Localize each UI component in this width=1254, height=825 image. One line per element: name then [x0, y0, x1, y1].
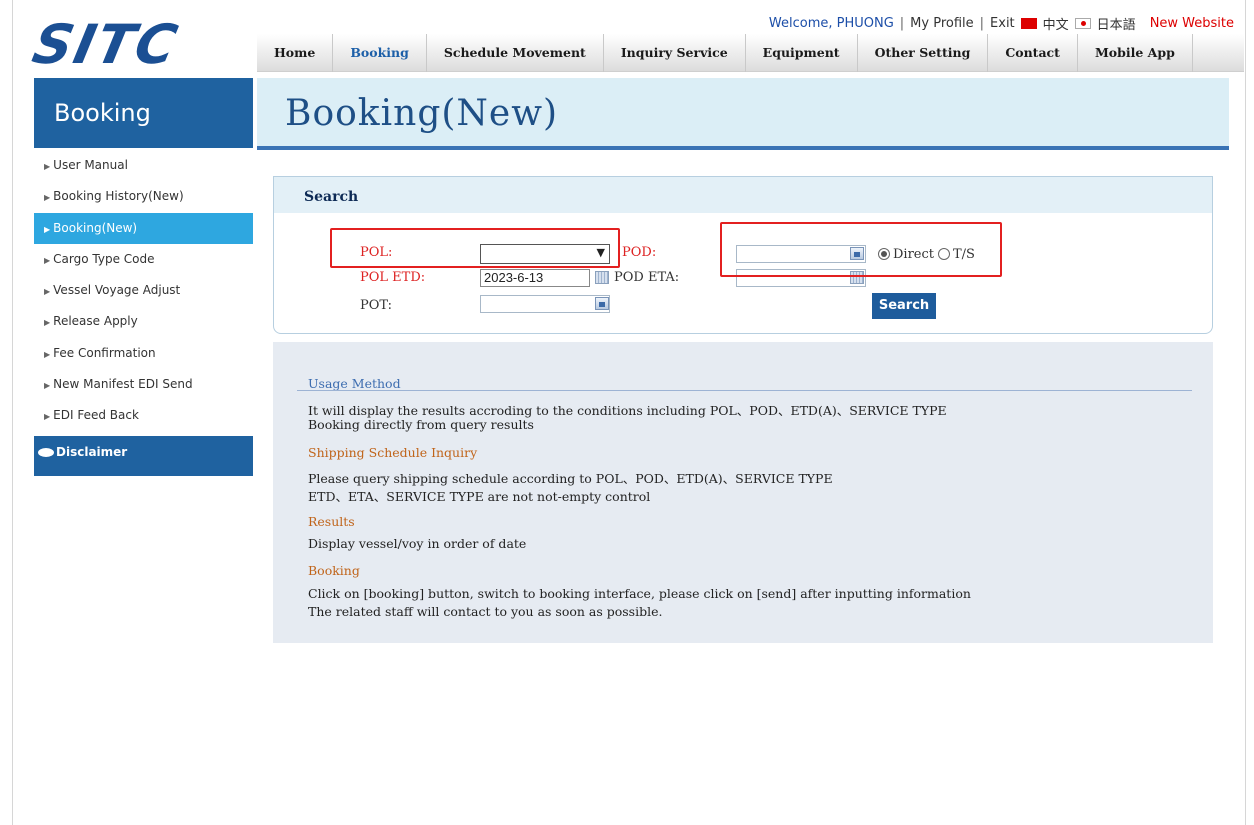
sidebar-title: Booking — [34, 78, 253, 148]
disclaimer-label: Disclaimer — [56, 445, 128, 459]
pod-input[interactable] — [736, 245, 866, 263]
lang-chinese-link[interactable]: 中文 — [1043, 14, 1069, 33]
nav-schedule-movement[interactable]: Schedule Movement — [427, 33, 604, 72]
triangle-right-icon: ▶ — [44, 162, 51, 171]
sidebar-item-booking-new[interactable]: ▶ Booking(New) — [34, 212, 253, 244]
page-title: Booking(New) — [285, 93, 559, 134]
schedule-text: ETD、ETA、SERVICE TYPE are not not-empty c… — [308, 489, 651, 504]
usage-panel: Usage Method It will display the results… — [273, 342, 1213, 643]
results-heading: Results — [308, 514, 355, 529]
usage-text: Booking directly from query results — [308, 417, 534, 432]
sidebar-item-label: User Manual — [53, 158, 128, 172]
eye-icon — [38, 448, 54, 457]
pol-etd-label: POL ETD: — [360, 270, 426, 285]
sidebar-item-booking-history[interactable]: ▶ Booking History(New) — [34, 181, 253, 212]
schedule-text: Please query shipping schedule according… — [308, 471, 833, 486]
sidebar-item-user-manual[interactable]: ▶ User Manual — [34, 150, 253, 181]
triangle-right-icon: ▶ — [44, 349, 51, 359]
triangle-right-icon: ▶ — [44, 224, 51, 234]
radio-ts[interactable] — [938, 248, 950, 260]
calendar-icon[interactable] — [595, 271, 609, 284]
radio-ts-label[interactable]: T/S — [953, 247, 975, 262]
separator: | — [899, 16, 905, 31]
lookup-icon[interactable] — [595, 297, 609, 310]
sidebar-item-cargo-type-code[interactable]: ▶ Cargo Type Code — [34, 244, 253, 275]
nav-inquiry-service[interactable]: Inquiry Service — [604, 33, 746, 72]
pod-eta-input[interactable] — [736, 269, 866, 287]
schedule-heading: Shipping Schedule Inquiry — [308, 445, 478, 460]
sidebar-menu: ▶ User Manual ▶ Booking History(New) ▶ Book… — [34, 150, 253, 432]
separator: | — [979, 16, 985, 31]
triangle-right-icon: ▶ — [44, 255, 51, 265]
pod-label: POD: — [622, 245, 657, 260]
pol-select[interactable]: ▼ — [480, 244, 610, 264]
radio-direct[interactable] — [878, 248, 890, 260]
radio-direct-label[interactable]: Direct — [893, 247, 934, 262]
sidebar-item-release-apply[interactable]: ▶ Release Apply — [34, 306, 253, 337]
pot-input[interactable] — [480, 295, 610, 313]
booking-text: The related staff will contact to you as… — [308, 604, 663, 619]
results-text: Display vessel/voy in order of date — [308, 536, 527, 551]
sidebar-item-label: Fee Confirmation — [53, 345, 156, 360]
sitc-logo[interactable]: SITC — [27, 13, 184, 76]
sidebar-item-label: New Manifest EDI Send — [53, 377, 193, 392]
booking-text: Click on [booking] button, switch to boo… — [308, 586, 971, 601]
chevron-down-icon: ▼ — [596, 246, 605, 259]
search-panel: Search POL: ▼ POD: Direct T/S POL ETD: 2… — [273, 176, 1213, 334]
sidebar-item-fee-confirmation[interactable]: ▶ Fee Confirmation — [34, 338, 253, 369]
sidebar-item-label: Release Apply — [53, 314, 138, 329]
sidebar-item-edi-feed-back[interactable]: ▶ EDI Feed Back — [34, 400, 253, 431]
triangle-right-icon: ▶ — [44, 412, 51, 422]
disclaimer-link[interactable]: Disclaimer — [34, 436, 253, 476]
divider — [297, 390, 1192, 391]
pol-label: POL: — [360, 245, 393, 260]
top-links: Welcome, PHUONG | My Profile | Exit 中文 日… — [769, 14, 1234, 33]
booking-heading: Booking — [308, 563, 360, 578]
sidebar-item-vessel-voyage-adjust[interactable]: ▶ Vessel Voyage Adjust — [34, 275, 253, 306]
welcome-text: Welcome, PHUONG — [768, 16, 894, 31]
usage-method-heading: Usage Method — [308, 376, 401, 391]
triangle-right-icon: ▶ — [44, 287, 51, 297]
sidebar-item-label: Cargo Type Code — [53, 251, 155, 266]
nav-booking[interactable]: Booking — [333, 33, 427, 72]
title-underline — [257, 146, 1229, 150]
new-website-link[interactable]: New Website — [1150, 16, 1234, 31]
lang-japanese-link[interactable]: 日本語 — [1097, 14, 1136, 33]
calendar-icon[interactable] — [850, 271, 864, 284]
lookup-icon[interactable] — [850, 247, 864, 260]
triangle-right-icon: ▶ — [44, 381, 51, 391]
japan-flag-icon[interactable] — [1074, 18, 1091, 29]
my-profile-link[interactable]: My Profile — [910, 16, 973, 31]
triangle-right-icon: ▶ — [44, 318, 51, 328]
sidebar-item-label: Booking(New) — [53, 220, 138, 235]
exit-link[interactable]: Exit — [990, 16, 1015, 31]
main-nav: Home Booking Schedule Movement Inquiry S… — [257, 33, 1244, 72]
sidebar-item-label: Vessel Voyage Adjust — [53, 283, 181, 298]
nav-home[interactable]: Home — [257, 33, 334, 72]
search-panel-title: Search — [274, 177, 1212, 213]
pol-etd-input[interactable]: 2023-6-13 — [480, 269, 590, 287]
nav-equipment[interactable]: Equipment — [746, 33, 858, 72]
sidebar-item-label: Booking History(New) — [53, 189, 184, 204]
nav-mobile-app[interactable]: Mobile App — [1078, 33, 1193, 72]
triangle-right-icon: ▶ — [44, 193, 51, 203]
china-flag-icon[interactable] — [1020, 18, 1037, 29]
sidebar-item-new-manifest-edi-send[interactable]: ▶ New Manifest EDI Send — [34, 369, 253, 400]
nav-other-setting[interactable]: Other Setting — [858, 33, 989, 72]
pod-eta-label: POD ETA: — [614, 270, 680, 285]
nav-contact[interactable]: Contact — [988, 33, 1078, 72]
pot-label: POT: — [360, 298, 392, 313]
search-button[interactable]: Search — [872, 293, 936, 319]
sidebar-item-label: EDI Feed Back — [53, 408, 139, 423]
